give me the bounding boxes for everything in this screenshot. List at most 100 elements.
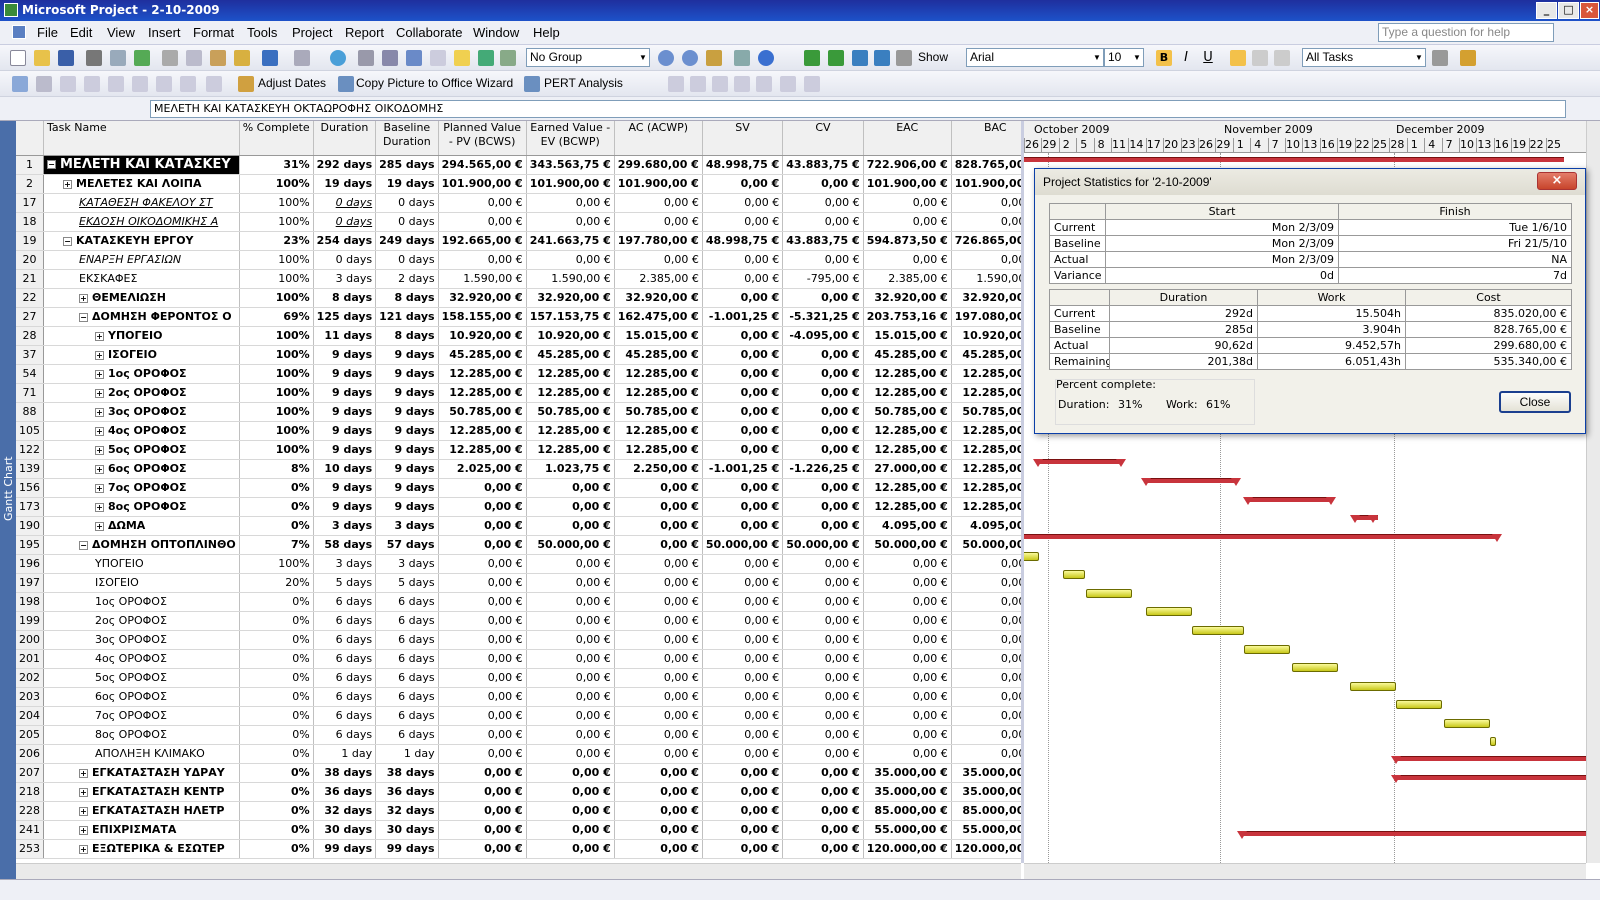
table-row[interactable]: 1− ΜΕΛΕΤΗ ΚΑΙ ΚΑΤΑΣΚΕΥ 31% 292 days 285 days… — [16, 155, 1021, 175]
baseline-duration-cell[interactable]: 6 days — [375, 706, 439, 726]
task-name-cell[interactable]: ΕΚΣΚΑΦΕΣ — [43, 269, 240, 289]
cv-cell[interactable]: 0,00 € — [782, 193, 864, 213]
baseline-duration-cell[interactable]: 8 days — [375, 288, 439, 308]
pv-cell[interactable]: 50.785,00 € — [438, 402, 527, 422]
duration-cell[interactable]: 0 days — [313, 193, 377, 213]
gantt-vertical-scrollbar[interactable] — [1586, 121, 1600, 863]
sv-cell[interactable]: 0,00 € — [702, 288, 784, 308]
percent-complete-cell[interactable]: 100% — [239, 440, 314, 460]
eac-cell[interactable]: 35.000,00 € — [863, 782, 952, 802]
ac-cell[interactable]: 0,00 € — [614, 820, 703, 840]
percent-complete-cell[interactable]: 0% — [239, 725, 314, 745]
duration-cell[interactable]: 254 days — [313, 231, 377, 251]
table-row[interactable]: 27− ΔΟΜΗΣΗ ΦΕΡΟΝΤΟΣ Ο 69% 125 days 121 days 1… — [16, 307, 1021, 327]
row-id[interactable]: 207 — [16, 763, 44, 783]
table-row[interactable]: 156 +7ος ΟΡΟΦΟΣ 0% 9 days 9 days 0,00 €0,00 €… — [16, 478, 1021, 498]
eac-cell[interactable]: 0,00 € — [863, 250, 952, 270]
cv-cell[interactable]: 50.000,00 € — [782, 535, 864, 555]
ev-cell[interactable]: 0,00 € — [526, 725, 615, 745]
hide-subtasks-icon[interactable] — [874, 50, 890, 66]
pv-cell[interactable]: 0,00 € — [438, 592, 527, 612]
duration-cell[interactable]: 9 days — [313, 364, 377, 384]
duration-cell[interactable]: 38 days — [313, 763, 377, 783]
table-row[interactable]: 37 + ΙΣΟΓΕΙΟ 100% 9 days 9 days 45.285,00 €45.… — [16, 345, 1021, 365]
dialog-close-icon[interactable]: × — [1537, 172, 1577, 190]
task-name-cell[interactable]: +3ος ΟΡΟΦΟΣ — [43, 402, 240, 422]
ev-cell[interactable]: 343.563,75 € — [526, 155, 615, 175]
duration-cell[interactable]: 9 days — [313, 478, 377, 498]
pv-cell[interactable]: 101.900,00 € — [438, 174, 527, 194]
percent-complete-cell[interactable]: 0% — [239, 839, 314, 859]
pv-cell[interactable]: 0,00 € — [438, 649, 527, 669]
sv-cell[interactable]: 0,00 € — [702, 345, 784, 365]
sv-cell[interactable]: 0,00 € — [702, 516, 784, 536]
table-row[interactable]: 253 + ΕΞΩΤΕΡΙΚΑ & ΕΣΩΤΕΡ 0% 99 days 99 days 0,… — [16, 839, 1021, 859]
duration-cell[interactable]: 9 days — [313, 345, 377, 365]
eac-cell[interactable]: 4.095,00 € — [863, 516, 952, 536]
pv-cell[interactable]: 12.285,00 € — [438, 364, 527, 384]
calculate-icon[interactable] — [734, 76, 750, 92]
column-header-duration[interactable]: Duration — [313, 121, 377, 156]
ev-cell[interactable]: 0,00 € — [526, 497, 615, 517]
baseline-duration-cell[interactable]: 8 days — [375, 326, 439, 346]
cv-cell[interactable]: 0,00 € — [782, 250, 864, 270]
pv-cell[interactable]: 0,00 € — [438, 820, 527, 840]
sv-cell[interactable]: 0,00 € — [702, 687, 784, 707]
tracking-icon[interactable] — [12, 76, 28, 92]
print-preview-icon[interactable] — [110, 50, 126, 66]
copy-picture-wizard-icon[interactable] — [338, 76, 354, 92]
show-subtasks-icon[interactable] — [852, 50, 868, 66]
baseline-duration-cell[interactable]: 9 days — [375, 402, 439, 422]
baseline-duration-cell[interactable]: 0 days — [375, 212, 439, 232]
sv-cell[interactable]: 0,00 € — [702, 554, 784, 574]
ac-cell[interactable]: 0,00 € — [614, 535, 703, 555]
percent-complete-cell[interactable]: 100% — [239, 364, 314, 384]
duration-cell[interactable]: 6 days — [313, 668, 377, 688]
ac-cell[interactable]: 50.785,00 € — [614, 402, 703, 422]
task-name-cell[interactable]: ΚΑΤΑΘΕΣΗ ΦΑΚΕΛΟΥ ΣΤ — [43, 193, 240, 213]
row-id[interactable]: 28 — [16, 326, 44, 346]
pv-cell[interactable]: 12.285,00 € — [438, 383, 527, 403]
cv-cell[interactable]: 0,00 € — [782, 839, 864, 859]
duration-cell[interactable]: 19 days — [313, 174, 377, 194]
cv-cell[interactable]: 0,00 € — [782, 478, 864, 498]
sv-cell[interactable]: 50.000,00 € — [702, 535, 784, 555]
task-bar[interactable] — [1192, 626, 1244, 635]
pv-cell[interactable]: 158.155,00 € — [438, 307, 527, 327]
page-icon[interactable] — [156, 76, 172, 92]
duration-cell[interactable]: 36 days — [313, 782, 377, 802]
menu-tools[interactable]: Tools — [247, 25, 277, 40]
row-id[interactable]: 88 — [16, 402, 44, 422]
pv-cell[interactable]: 0,00 € — [438, 706, 527, 726]
bac-cell[interactable]: 0,00 € — [951, 725, 1021, 745]
ev-cell[interactable]: 0,00 € — [526, 554, 615, 574]
open-icon[interactable] — [34, 50, 50, 66]
task-name-cell[interactable]: +4ος ΟΡΟΦΟΣ — [43, 421, 240, 441]
row-id[interactable]: 206 — [16, 744, 44, 764]
notes-icon[interactable] — [454, 50, 470, 66]
task-bar[interactable] — [1396, 700, 1442, 709]
gantt-icon[interactable] — [804, 76, 820, 92]
ac-cell[interactable]: 0,00 € — [614, 592, 703, 612]
task-name-cell[interactable]: − ΔΟΜΗΣΗ ΦΕΡΟΝΤΟΣ Ο — [43, 307, 240, 327]
task-name-cell[interactable]: ΙΣΟΓΕΙΟ — [43, 573, 240, 593]
ac-cell[interactable]: 0,00 € — [614, 801, 703, 821]
baseline-duration-cell[interactable]: 9 days — [375, 383, 439, 403]
menu-report[interactable]: Report — [345, 25, 384, 40]
bac-cell[interactable]: 0,00 € — [951, 706, 1021, 726]
pv-cell[interactable]: 0,00 € — [438, 839, 527, 859]
bac-cell[interactable]: 0,00 € — [951, 630, 1021, 650]
duration-cell[interactable]: 5 days — [313, 573, 377, 593]
column-header-percent-complete[interactable]: % Complete — [239, 121, 314, 156]
table-row[interactable]: 218 + ΕΓΚΑΤΑΣΤΑΣΗ ΚΕΝΤΡ 0% 36 days 36 days 0,0… — [16, 782, 1021, 802]
ac-cell[interactable]: 0,00 € — [614, 250, 703, 270]
copy-picture-wizard-button[interactable]: Copy Picture to Office Wizard — [356, 76, 513, 90]
sv-cell[interactable]: 0,00 € — [702, 725, 784, 745]
eac-cell[interactable]: 594.873,50 € — [863, 231, 952, 251]
bac-cell[interactable]: 12.285,00 € — [951, 364, 1021, 384]
table-row[interactable]: 205 8ος ΟΡΟΦΟΣ 0% 6 days 6 days 0,00 €0,00 €0… — [16, 725, 1021, 745]
task-name-cell[interactable]: +8ος ΟΡΟΦΟΣ — [43, 497, 240, 517]
expand-icon[interactable]: + — [79, 844, 88, 854]
baseline-duration-cell[interactable]: 6 days — [375, 668, 439, 688]
bac-cell[interactable]: 0,00 € — [951, 573, 1021, 593]
